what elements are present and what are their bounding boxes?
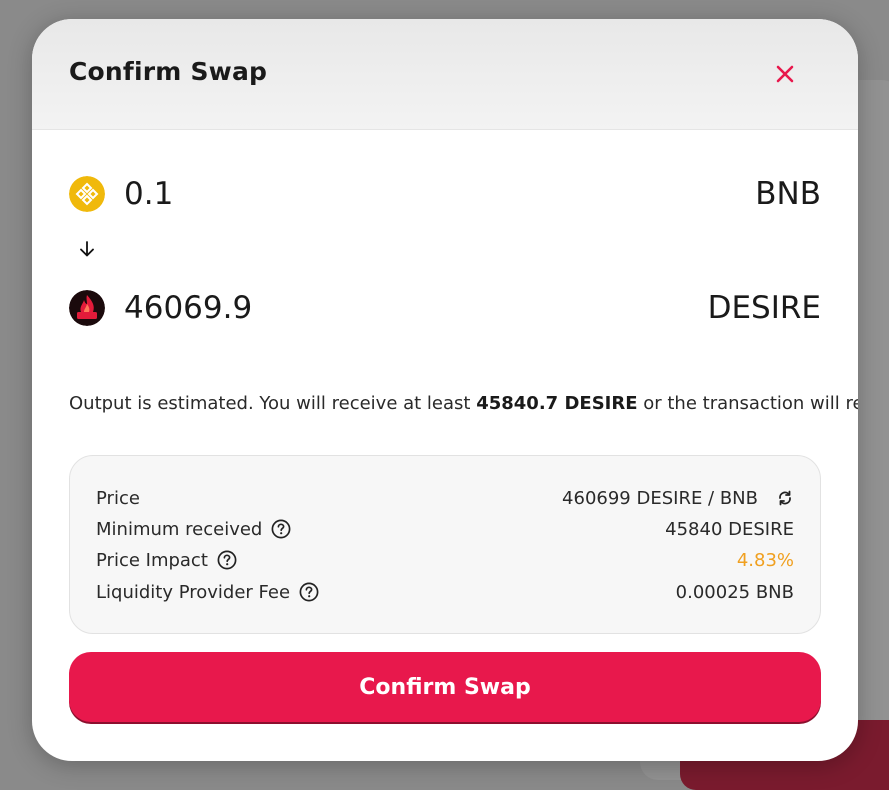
modal-title: Confirm Swap	[69, 57, 268, 86]
price-impact-row: Price Impact 4.83%	[96, 548, 794, 572]
from-token-row: 0.1 BNB	[69, 174, 821, 214]
price-impact-value: 4.83%	[736, 549, 794, 571]
to-amount: 46069.9	[124, 290, 253, 326]
desire-logo-icon	[69, 290, 105, 326]
price-row: Price 460699 DESIRE / BNB	[96, 486, 794, 510]
price-label: Price	[96, 487, 140, 509]
minimum-received-row: Minimum received 45840 DESIRE	[96, 517, 794, 541]
price-impact-label: Price Impact	[96, 549, 208, 571]
question-circle-icon	[299, 582, 319, 602]
arrow-down-icon	[80, 241, 94, 257]
minimum-received-value: 45840 DESIRE	[665, 518, 794, 540]
lp-fee-row: Liquidity Provider Fee 0.00025 BNB	[96, 580, 794, 604]
swap-details-card: Price 460699 DESIRE / BNB Minimum receiv…	[69, 455, 821, 634]
from-amount: 0.1	[124, 176, 174, 212]
bnb-logo-icon	[69, 176, 105, 212]
price-impact-help[interactable]	[217, 550, 237, 570]
estimate-minimum-amount: 45840.7 DESIRE	[476, 393, 638, 414]
confirm-swap-modal: Confirm Swap 0.1 BNB 46069.9 DESIRE Outp…	[32, 19, 858, 761]
from-symbol: BNB	[755, 176, 821, 212]
minimum-received-label: Minimum received	[96, 518, 263, 540]
price-value-group: 460699 DESIRE / BNB	[562, 488, 794, 509]
lp-fee-help[interactable]	[299, 582, 319, 602]
to-token-row: 46069.9 DESIRE	[69, 288, 821, 328]
question-circle-icon	[217, 550, 237, 570]
output-estimate-text: Output is estimated. You will receive at…	[69, 393, 858, 414]
modal-header: Confirm Swap	[32, 19, 858, 130]
minimum-received-label-group: Minimum received	[96, 519, 291, 540]
confirm-swap-button[interactable]: Confirm Swap	[69, 652, 821, 722]
lp-fee-label: Liquidity Provider Fee	[96, 581, 291, 603]
to-symbol: DESIRE	[707, 290, 821, 326]
minimum-received-help[interactable]	[271, 519, 291, 539]
estimate-suffix: or the transaction will revert.	[643, 393, 858, 414]
lp-fee-label-group: Liquidity Provider Fee	[96, 582, 319, 603]
lp-fee-value: 0.00025 BNB	[675, 581, 794, 603]
refresh-icon	[779, 490, 791, 506]
close-button[interactable]	[768, 57, 802, 91]
question-circle-icon	[271, 519, 291, 539]
estimate-prefix: Output is estimated. You will receive at…	[69, 393, 477, 414]
price-impact-label-group: Price Impact	[96, 550, 237, 571]
close-icon	[776, 65, 794, 83]
price-value: 460699 DESIRE / BNB	[562, 487, 758, 509]
invert-price-button[interactable]	[776, 489, 794, 507]
